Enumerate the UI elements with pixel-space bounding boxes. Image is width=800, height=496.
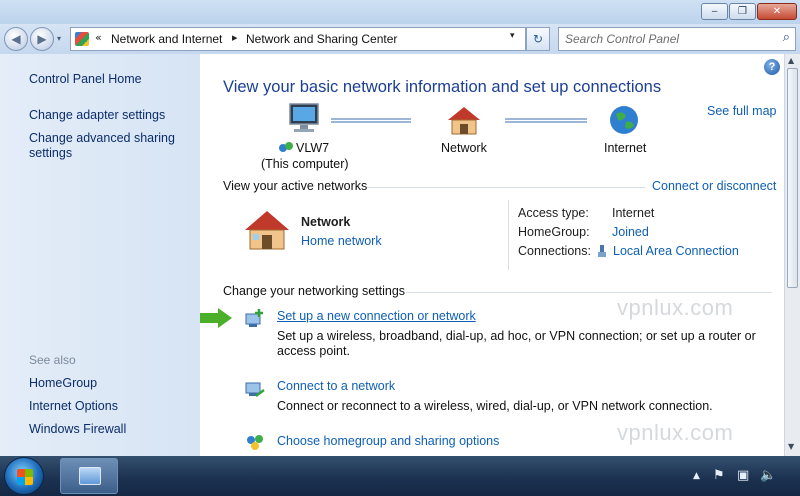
- connections-label: Connections:: [518, 244, 591, 258]
- breadcrumb-network-and-internet[interactable]: Network and Internet: [111, 32, 222, 46]
- home-network-link[interactable]: Home network: [301, 234, 382, 248]
- section-divider: [367, 187, 645, 188]
- change-adapter-settings-link[interactable]: Change adapter settings: [29, 108, 165, 123]
- section-divider: [406, 292, 772, 293]
- volume-icon[interactable]: 🔈: [760, 468, 776, 483]
- homegroup-sharing-icon[interactable]: [244, 432, 266, 452]
- control-panel-taskbar-button[interactable]: [60, 458, 118, 494]
- windows-logo-icon: [17, 469, 33, 485]
- address-bar[interactable]: « Network and Internet ▸ Network and Sha…: [70, 27, 526, 51]
- ethernet-icon: [598, 245, 606, 257]
- see-full-map-link[interactable]: See full map: [707, 104, 776, 118]
- search-box[interactable]: ⌕: [558, 27, 796, 51]
- control-panel-window-icon: [79, 467, 101, 485]
- scroll-up-icon[interactable]: ▲: [788, 56, 794, 65]
- breadcrumb-network-and-sharing-center[interactable]: Network and Sharing Center: [246, 32, 397, 46]
- change-advanced-sharing-link-line2[interactable]: settings: [29, 146, 72, 161]
- change-advanced-sharing-link[interactable]: Change advanced sharing: [29, 131, 175, 146]
- windows-firewall-link[interactable]: Windows Firewall: [29, 422, 126, 437]
- watermark: vpnlux.com: [617, 295, 734, 320]
- network-icon[interactable]: ▣: [737, 468, 749, 483]
- breadcrumb-overflow[interactable]: «: [95, 31, 102, 44]
- internet-options-link[interactable]: Internet Options: [29, 399, 118, 414]
- close-button[interactable]: ✕: [757, 3, 797, 20]
- search-input[interactable]: [565, 31, 765, 47]
- access-type-value: Internet: [612, 206, 655, 220]
- connect-or-disconnect-link[interactable]: Connect or disconnect: [652, 179, 776, 193]
- taskbar: ▲ ⚑ ▣ 🔈: [0, 456, 800, 496]
- navigation-bar: ◀ ▶ ▾ « Network and Internet ▸ Network a…: [0, 24, 800, 54]
- connect-to-network-link[interactable]: Connect to a network: [277, 379, 395, 393]
- new-connection-icon[interactable]: [244, 308, 266, 328]
- computer-network-status-icon: [279, 142, 293, 152]
- help-icon[interactable]: ?: [764, 59, 780, 75]
- see-also-label: See also: [29, 353, 76, 367]
- network-house-icon: [448, 107, 480, 135]
- map-internet-label: Internet: [604, 141, 647, 155]
- map-network-label: Network: [441, 141, 487, 155]
- refresh-button[interactable]: ↻: [526, 27, 550, 51]
- recent-pages-button[interactable]: ▾: [57, 34, 61, 43]
- main-content: ? View your basic network information an…: [200, 54, 784, 456]
- page-title: View your basic network information and …: [223, 78, 662, 96]
- show-hidden-icons[interactable]: ▲: [693, 471, 700, 481]
- computer-icon: [289, 103, 319, 132]
- start-button[interactable]: [4, 457, 44, 495]
- home-network-icon: [245, 211, 289, 250]
- address-dropdown-icon[interactable]: ▾: [510, 31, 522, 41]
- local-area-connection-link[interactable]: Local Area Connection: [613, 244, 739, 258]
- left-pane: Control Panel Home Change adapter settin…: [0, 54, 200, 456]
- control-panel-home-link[interactable]: Control Panel Home: [29, 72, 142, 87]
- homegroup-sharing-options-link[interactable]: Choose homegroup and sharing options: [277, 434, 499, 448]
- breadcrumb-separator[interactable]: ▸: [232, 31, 238, 44]
- connect-to-network-description: Connect or reconnect to a wireless, wire…: [277, 399, 713, 413]
- watermark: vpnlux.com: [617, 420, 734, 445]
- access-type-label: Access type:: [518, 206, 589, 220]
- active-networks-header: View your active networks: [223, 179, 368, 193]
- action-center-icon[interactable]: ⚑: [713, 468, 725, 483]
- magnifier-icon[interactable]: ⌕: [783, 30, 790, 45]
- title-bar: ‒ ❐ ✕: [0, 0, 800, 24]
- network-details-divider: [508, 200, 509, 270]
- this-computer-label: (This computer): [261, 157, 349, 171]
- homegroup-label: HomeGroup:: [518, 225, 590, 239]
- vertical-scrollbar[interactable]: ▲ ▼: [784, 54, 800, 456]
- forward-button[interactable]: ▶: [30, 27, 54, 51]
- active-network-name: Network: [301, 215, 351, 229]
- scroll-down-icon[interactable]: ▼: [788, 442, 794, 451]
- connection-line: [331, 118, 411, 123]
- maximize-button[interactable]: ❐: [729, 3, 756, 20]
- minimize-button[interactable]: ‒: [701, 3, 728, 20]
- connect-to-network-icon[interactable]: [244, 379, 266, 399]
- setup-new-connection-link[interactable]: Set up a new connection or network: [277, 309, 476, 323]
- back-button[interactable]: ◀: [4, 27, 28, 51]
- homegroup-joined-link[interactable]: Joined: [612, 225, 649, 239]
- computer-name[interactable]: VLW7: [296, 141, 329, 155]
- control-panel-icon: [75, 32, 89, 46]
- scrollbar-thumb[interactable]: [787, 68, 798, 288]
- setup-new-connection-description: Set up a wireless, broadband, dial-up, a…: [277, 329, 756, 358]
- homegroup-link[interactable]: HomeGroup: [29, 376, 97, 391]
- highlight-arrow-icon: [200, 308, 232, 328]
- connection-line: [505, 118, 587, 123]
- networking-settings-header: Change your networking settings: [223, 284, 406, 298]
- internet-globe-icon: [610, 106, 638, 134]
